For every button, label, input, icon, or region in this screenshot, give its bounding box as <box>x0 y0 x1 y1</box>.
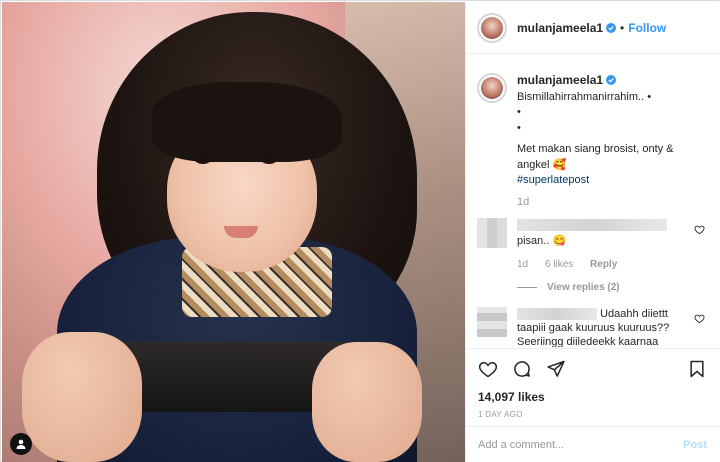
caption-avatar[interactable] <box>477 73 507 103</box>
photo-eye-right <box>260 152 278 164</box>
add-comment-bar: Post <box>466 426 719 462</box>
comment-time: 1d <box>517 259 529 270</box>
comment-item: Udaahh diiettt taapiii gaak kuuruus kuur… <box>466 307 719 347</box>
caption-line-4: Met makan siang brosist, onty & angkel 🥰 <box>517 143 674 171</box>
heart-icon[interactable] <box>478 359 498 379</box>
post-comment-button[interactable]: Post <box>683 439 707 451</box>
user-icon <box>16 439 26 449</box>
photo-hand-right <box>312 342 422 462</box>
photo-hand-left <box>22 332 142 462</box>
caption-username[interactable]: mulanjameela1 <box>517 73 603 87</box>
likes-count[interactable]: 14,097 likes <box>478 390 707 404</box>
reply-button[interactable]: Reply <box>590 259 617 270</box>
post-photo[interactable] <box>2 2 465 462</box>
comment-item: pisan.. 😋 1d 6 likes Reply <box>466 218 719 272</box>
comment-icon[interactable] <box>512 359 532 379</box>
header-username[interactable]: mulanjameela1 <box>517 21 617 35</box>
action-icons <box>478 357 707 381</box>
comment-avatar-blurred[interactable] <box>477 218 507 248</box>
caption-body: mulanjameela1 Bismillahirrahmanirrahim..… <box>517 73 697 210</box>
post-sidebar: mulanjameela1 • Follow mulanjameela1 Bis… <box>465 2 720 462</box>
comment-username-blurred[interactable] <box>517 219 667 232</box>
comment-avatar-blurred[interactable] <box>477 307 507 337</box>
caption-time: 1d <box>517 195 530 208</box>
photo-bangs <box>152 82 342 162</box>
share-icon[interactable] <box>546 359 566 379</box>
caption-line-2: • <box>517 106 521 118</box>
verified-icon <box>606 75 617 85</box>
photo-eye-left <box>194 152 212 164</box>
comment-username-blurred[interactable] <box>517 308 597 321</box>
post-timestamp: 1 DAY AGO <box>478 410 523 419</box>
view-replies-label: View replies (2) <box>547 282 620 293</box>
heart-icon[interactable] <box>694 313 705 324</box>
header-avatar[interactable] <box>477 12 507 43</box>
comment-body: pisan.. 😋 1d 6 likes Reply <box>517 218 679 272</box>
replies-divider <box>517 287 537 288</box>
header-separator: • <box>620 20 625 35</box>
caption: mulanjameela1 Bismillahirrahmanirrahim..… <box>466 55 719 210</box>
post-actions: 14,097 likes 1 DAY AGO <box>466 348 719 419</box>
follow-button[interactable]: Follow <box>628 21 666 35</box>
view-replies-button[interactable]: View replies (2) <box>517 282 719 293</box>
comment-body: Udaahh diiettt taapiii gaak kuuruus kuur… <box>517 307 679 347</box>
comments-scroll[interactable]: mulanjameela1 Bismillahirrahmanirrahim..… <box>466 55 719 347</box>
comment-meta: 1d 6 likes Reply <box>517 258 679 272</box>
comment-likes[interactable]: 6 likes <box>545 259 573 270</box>
post-header: mulanjameela1 • Follow <box>466 2 720 54</box>
caption-line-1: Bismillahirrahmanirrahim.. • <box>517 90 652 103</box>
caption-hashtag[interactable]: #superlatepost <box>517 173 697 189</box>
post-modal: mulanjameela1 • Follow mulanjameela1 Bis… <box>0 0 720 462</box>
comment-text: pisan.. 😋 <box>517 235 567 247</box>
heart-icon[interactable] <box>694 224 705 235</box>
bookmark-icon[interactable] <box>687 359 707 379</box>
comment-input[interactable] <box>478 438 684 451</box>
tagged-users-button[interactable] <box>10 433 32 455</box>
caption-line-3: • <box>517 121 521 134</box>
verified-icon <box>606 22 617 33</box>
